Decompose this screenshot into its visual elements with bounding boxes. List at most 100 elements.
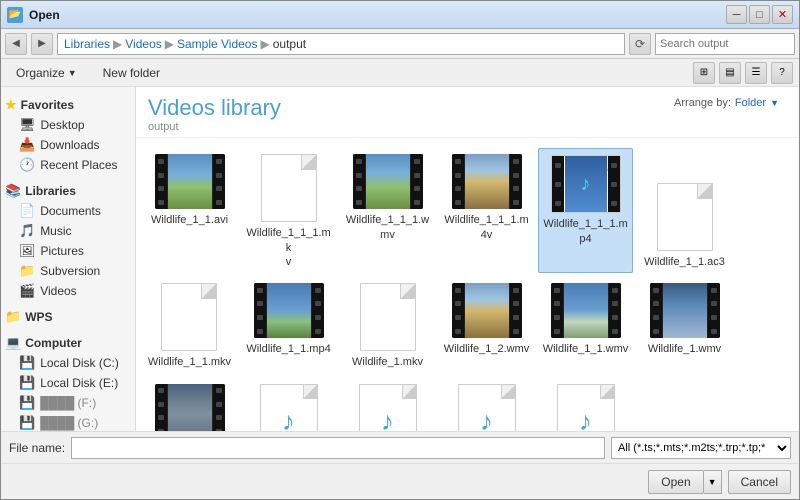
main-area: ★ Favorites 🖥 Desktop 📥 Downloads 🕐 Rece… [1,87,799,431]
file-item[interactable]: Wildlife_1_1_1.m4v [439,148,534,273]
sidebar-local-c-label: Local Disk (C:) [40,356,119,370]
address-bar: ◀ ▶ Libraries ▶ Videos ▶ Sample Videos ▶… [1,29,799,59]
file-item[interactable]: Wildlife_1_1_1.wmv [340,148,435,273]
sidebar-computer-label: Computer [25,336,82,350]
subversion-icon: 📁 [19,263,35,279]
sidebar-item-videos[interactable]: 🎬 Videos [1,281,135,301]
organize-dropdown-icon: ▼ [68,68,77,78]
breadcrumb-videos[interactable]: Videos [125,37,161,51]
new-folder-button[interactable]: New folder [94,62,169,84]
window-controls: ─ □ ✕ [726,5,793,24]
open-button-group: Open ▼ [648,470,721,494]
search-bar[interactable]: 🔍 [655,33,795,55]
video-thumbnail [254,283,324,338]
forward-button[interactable]: ▶ [31,33,53,55]
arrange-bar: Arrange by: Folder ▼ [674,97,779,109]
file-item[interactable]: ♪ [538,378,633,431]
file-item[interactable]: Wildlife_1_1.ac3 [637,148,732,273]
details-button[interactable]: ☰ [745,62,767,84]
breadcrumb-current: output [273,37,306,51]
sidebar-wps-label: WPS [25,310,52,324]
sidebar-wps-section: 📁 WPS [1,307,135,327]
music-doc-thumbnail: ♪ [260,384,318,431]
minimize-button[interactable]: ─ [726,5,747,24]
arrange-dropdown-icon[interactable]: ▼ [770,98,779,108]
sidebar-item-drive-f[interactable]: 💾 ████ (F:) [1,393,135,413]
refresh-button[interactable]: ⟳ [629,33,651,55]
documents-icon: 📄 [19,203,35,219]
music-thumbnail: ♪ [551,155,621,213]
cancel-button[interactable]: Cancel [728,470,791,494]
desktop-icon: 🖥 [19,117,36,133]
file-item[interactable]: Wildlife_1.wmv [637,277,732,373]
maximize-button[interactable]: □ [749,5,770,24]
sidebar-documents-label: Documents [40,204,101,218]
preview-button[interactable]: ▤ [719,62,741,84]
breadcrumb-sample-videos[interactable]: Sample Videos [177,37,258,51]
sidebar-libraries-section: 📚 Libraries 📄 Documents 🎵 Music 🖼 Pictur… [1,181,135,301]
sidebar-item-recent-places[interactable]: 🕐 Recent Places [1,155,135,175]
help-button[interactable]: ? [771,62,793,84]
local-e-icon: 💾 [19,375,35,391]
file-item[interactable]: Wildlife_1.mkv [340,277,435,373]
file-item[interactable]: ♪ [439,378,534,431]
sidebar-wps-header[interactable]: 📁 WPS [1,307,135,327]
file-item[interactable]: Wildlife_1_1.mp4 [142,378,237,431]
breadcrumb-libraries[interactable]: Libraries [64,37,110,51]
sidebar-computer-section: 💻 Computer 💾 Local Disk (C:) 💾 Local Dis… [1,333,135,431]
sidebar-item-music[interactable]: 🎵 Music [1,221,135,241]
video-thumbnail [353,154,423,209]
drive-f-icon: 💾 [19,395,35,411]
organize-label: Organize [16,66,65,80]
file-name: Wildlife_1.wmv [648,342,721,356]
arrange-value[interactable]: Folder [735,97,766,109]
sidebar-item-documents[interactable]: 📄 Documents [1,201,135,221]
title-bar: 📂 Open ─ □ ✕ [1,1,799,29]
sidebar-favorites-label: Favorites [21,98,74,112]
sidebar-favorites-header[interactable]: ★ Favorites [1,95,135,115]
sidebar-item-subversion[interactable]: 📁 Subversion [1,261,135,281]
music-doc-thumbnail: ♪ [458,384,516,431]
open-dropdown-button[interactable]: ▼ [704,470,722,494]
wps-icon: 📁 [5,309,21,325]
file-name: Wildlife_1_1_1.m4v [443,213,530,242]
sidebar-item-local-e[interactable]: 💾 Local Disk (E:) [1,373,135,393]
filename-input[interactable] [71,437,605,459]
file-item[interactable]: ♪ [340,378,435,431]
search-input[interactable] [660,38,800,50]
views-button[interactable]: ⊞ [693,62,715,84]
sidebar-item-desktop[interactable]: 🖥 Desktop [1,115,135,135]
sidebar-videos-label: Videos [40,284,76,298]
file-item[interactable]: ♪ 2018-09-2811.17.10.mp4 [241,378,336,431]
file-item[interactable]: Wildlife_1_1.wmv [538,277,633,373]
breadcrumb-bar[interactable]: Libraries ▶ Videos ▶ Sample Videos ▶ out… [57,33,625,55]
close-button[interactable]: ✕ [772,5,793,24]
file-name: Wildlife_1_1.avi [151,213,228,227]
video-thumbnail [551,283,621,338]
sidebar-libraries-label: Libraries [25,184,76,198]
dialog-window: 📂 Open ─ □ ✕ ◀ ▶ Libraries ▶ Videos ▶ Sa… [0,0,800,500]
sidebar-item-downloads[interactable]: 📥 Downloads [1,135,135,155]
sidebar-item-local-c[interactable]: 💾 Local Disk (C:) [1,353,135,373]
file-name: Wildlife_1_1_1.mkv [245,226,332,269]
file-item[interactable]: Wildlife_1_2.wmv [439,277,534,373]
back-button[interactable]: ◀ [5,33,27,55]
sidebar-item-pictures[interactable]: 🖼 Pictures [1,241,135,261]
file-item[interactable]: Wildlife_1_1.mp4 [241,277,336,373]
file-item[interactable]: Wildlife_1_1_1.mkv [241,148,336,273]
file-item[interactable]: Wildlife_1_1.avi [142,148,237,273]
sidebar-computer-header[interactable]: 💻 Computer [1,333,135,353]
sidebar-item-drive-g[interactable]: 💾 ████ (G:) [1,413,135,431]
window-title: Open [29,8,726,22]
sidebar-libraries-header[interactable]: 📚 Libraries [1,181,135,201]
video-thumbnail [155,154,225,209]
organize-button[interactable]: Organize ▼ [7,62,86,84]
file-item-selected[interactable]: ♪ Wildlife_1_1_1.mp4 [538,148,633,273]
open-button[interactable]: Open [648,470,703,494]
filetype-select[interactable]: All (*.ts;*.mts;*.m2ts;*.trp;*.tp;* [611,437,791,459]
libraries-icon: 📚 [5,183,21,199]
file-item[interactable]: Wildlife_1_1.mkv [142,277,237,373]
video-thumbnail [650,283,720,338]
open-label: Open [661,475,690,489]
file-name: Wildlife_1_1.mkv [148,355,231,369]
